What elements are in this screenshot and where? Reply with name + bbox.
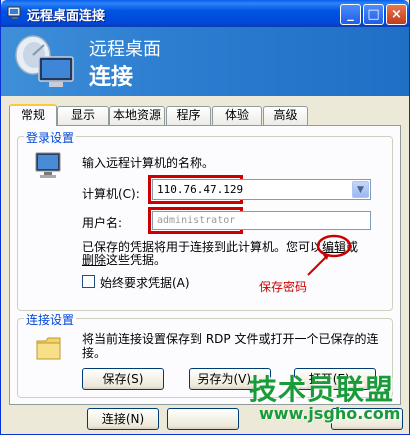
cancel-button-partial[interactable] xyxy=(167,408,239,430)
banner-title-line2: 连接 xyxy=(89,65,134,90)
username-label: 用户名: xyxy=(82,216,123,230)
always-ask-checkbox[interactable] xyxy=(82,275,95,288)
tab-panel-general: 登录设置 输入远程计算机的名称。 计算机(C): 110.76.47.129 ▼… xyxy=(9,125,401,405)
tab-general[interactable]: 常规 xyxy=(9,104,57,126)
tab-programs[interactable]: 程序 xyxy=(166,106,211,125)
computer-icon xyxy=(35,152,61,178)
login-settings-group: 登录设置 输入远程计算机的名称。 计算机(C): 110.76.47.129 ▼… xyxy=(17,129,393,311)
save-button[interactable]: 保存(S) xyxy=(82,368,164,390)
close-button[interactable]: × xyxy=(386,4,407,25)
annotation-save-password: 保存密码 xyxy=(259,280,308,294)
tab-local-resources[interactable]: 本地资源 xyxy=(109,106,165,125)
connect-button[interactable]: 连接(N) xyxy=(87,408,159,430)
watermark-url: www.jsgho.com xyxy=(259,404,401,423)
saved-text-part-a: 已保存的凭据将用于连接到此计算机。您可以 xyxy=(82,240,323,254)
remote-desktop-window: 远程桌面连接 _ □ × 远程桌面 连接 常规 显示 本地资源 程序 体验 高级… xyxy=(0,0,410,435)
folder-icon xyxy=(36,337,61,360)
always-ask-label: 始终要求凭据(A) xyxy=(100,276,190,290)
banner: 远程桌面 连接 xyxy=(1,27,409,96)
login-settings-label: 登录设置 xyxy=(24,129,77,146)
saved-text-part-c: 这些凭据。 xyxy=(106,253,167,267)
annotation-circle-arrow xyxy=(307,234,352,276)
connection-settings-label: 连接设置 xyxy=(24,311,77,328)
title-bar[interactable]: 远程桌面连接 _ □ × xyxy=(1,0,409,27)
watermark-logo-text: 技术员联盟 xyxy=(249,373,395,406)
tab-display[interactable]: 显示 xyxy=(57,106,109,125)
banner-title-line1: 远程桌面 xyxy=(89,39,161,60)
tab-experience[interactable]: 体验 xyxy=(212,106,262,125)
minimize-button[interactable]: _ xyxy=(340,4,361,25)
delete-credentials-link[interactable]: 删除 xyxy=(82,253,106,267)
computer-combobox[interactable]: 110.76.47.129 xyxy=(152,179,371,200)
instruction-text: 输入远程计算机的名称。 xyxy=(82,156,215,170)
computer-label: 计算机(C): xyxy=(82,187,140,201)
chevron-down-icon[interactable]: ▼ xyxy=(352,181,369,198)
satellite-monitor-icon xyxy=(15,35,74,87)
maximize-button[interactable]: □ xyxy=(363,4,384,25)
tab-advanced[interactable]: 高级 xyxy=(263,106,308,125)
remote-desktop-icon xyxy=(7,6,21,19)
connection-description: 将当前连接设置保存到 RDP 文件或打开一个已保存的连接。 xyxy=(82,332,379,360)
window-title: 远程桌面连接 xyxy=(27,9,106,24)
username-field[interactable]: administrator xyxy=(152,211,371,230)
